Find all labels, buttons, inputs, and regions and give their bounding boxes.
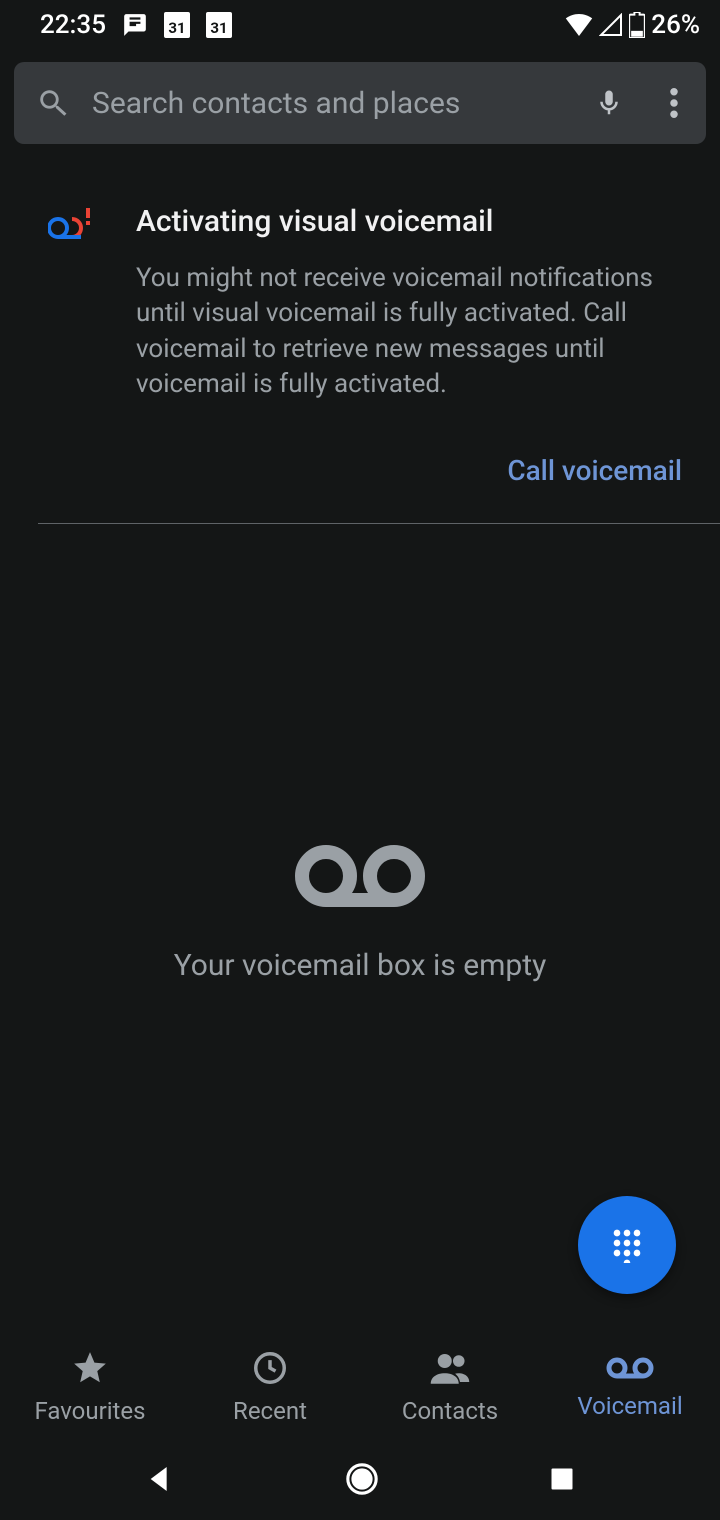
call-voicemail-button[interactable]: Call voicemail: [507, 454, 682, 487]
voicemail-activation-notice: Activating visual voicemail You might no…: [0, 144, 720, 402]
tab-favourites[interactable]: Favourites: [0, 1332, 180, 1442]
signal-icon: [599, 13, 623, 37]
dialpad-icon: [607, 1223, 647, 1267]
statusbar-time: 22:35: [40, 10, 106, 40]
back-button[interactable]: [144, 1463, 176, 1499]
calendar-icon: 31: [206, 12, 232, 38]
battery-icon: [629, 12, 645, 38]
dialpad-fab[interactable]: [578, 1196, 676, 1294]
empty-state-message: Your voicemail box is empty: [0, 948, 720, 983]
voicemail-icon: [290, 842, 430, 916]
calendar-icon: 31: [164, 12, 190, 38]
bottom-nav: Favourites Recent Contacts Voicemail: [0, 1332, 720, 1442]
search-bar[interactable]: Search contacts and places: [14, 62, 706, 144]
star-icon: [71, 1349, 109, 1387]
search-placeholder: Search contacts and places: [92, 86, 562, 121]
tab-voicemail[interactable]: Voicemail: [540, 1332, 720, 1442]
voicemail-alert-icon: [48, 208, 94, 402]
tab-label: Recent: [233, 1397, 307, 1425]
more-options-icon[interactable]: [656, 78, 692, 128]
tab-label: Contacts: [402, 1397, 498, 1425]
system-nav-bar: [0, 1442, 720, 1520]
home-button[interactable]: [345, 1462, 379, 1500]
tab-contacts[interactable]: Contacts: [360, 1332, 540, 1442]
battery-percent: 26%: [651, 10, 700, 40]
search-icon: [36, 86, 70, 120]
voicemail-empty-state: Your voicemail box is empty: [0, 842, 720, 983]
status-bar: 22:35 31 31 26%: [0, 0, 720, 50]
tab-label: Voicemail: [577, 1392, 682, 1420]
overview-button[interactable]: [548, 1465, 576, 1497]
notice-title: Activating visual voicemail: [136, 204, 692, 239]
mic-icon[interactable]: [584, 78, 634, 128]
tab-label: Favourites: [34, 1397, 145, 1425]
tab-recent[interactable]: Recent: [180, 1332, 360, 1442]
notice-description: You might not receive voicemail notifica…: [136, 261, 692, 402]
message-icon: [122, 12, 148, 38]
voicemail-icon: [605, 1354, 655, 1382]
clock-icon: [251, 1349, 289, 1387]
wifi-icon: [565, 14, 593, 36]
divider: [38, 523, 720, 524]
people-icon: [429, 1349, 471, 1387]
